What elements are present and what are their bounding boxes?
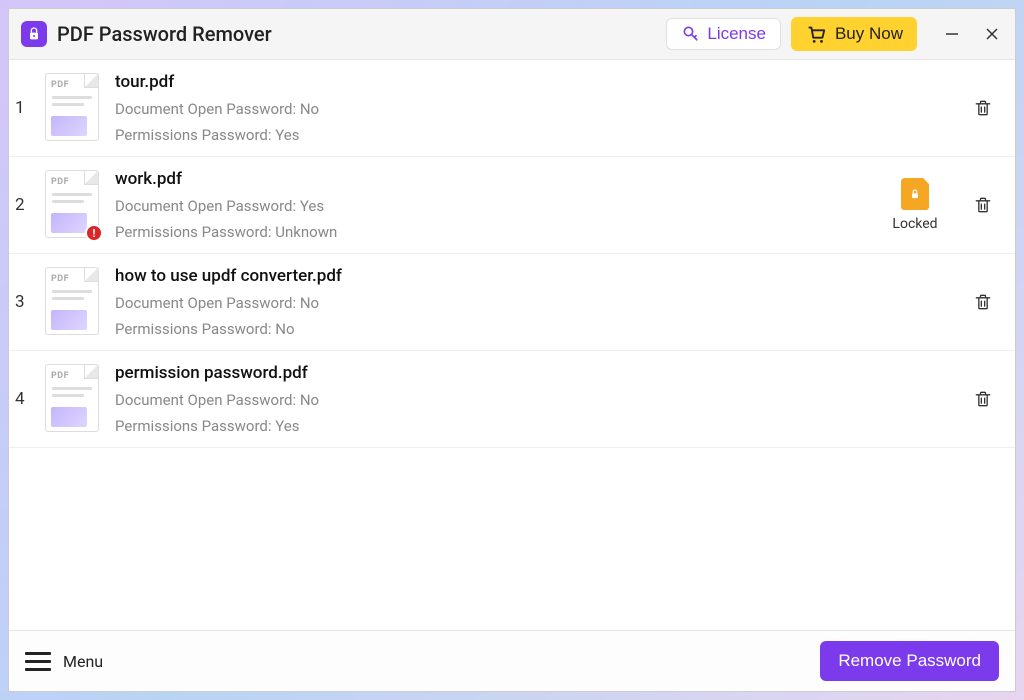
- buy-now-button[interactable]: Buy Now: [791, 17, 917, 51]
- menu-button[interactable]: Menu: [25, 652, 103, 671]
- file-name: permission password.pdf: [115, 363, 871, 383]
- row-index: 2: [15, 195, 31, 215]
- doc-password-status: Document Open Password: No: [115, 391, 871, 409]
- pdf-badge-icon: PDF: [51, 274, 69, 284]
- doc-password-status: Document Open Password: No: [115, 294, 871, 312]
- locked-label: Locked: [892, 216, 937, 232]
- doc-password-status: Document Open Password: No: [115, 100, 871, 118]
- hamburger-icon: [25, 652, 51, 671]
- close-icon: [985, 27, 999, 41]
- file-row[interactable]: 3 PDF how to use updf converter.pdf Documen…: [9, 254, 1015, 351]
- lock-icon: [901, 178, 929, 210]
- app-title: PDF Password Remover: [57, 22, 272, 46]
- titlebar: PDF Password Remover License Buy Now: [9, 9, 1015, 60]
- perm-password-status: Permissions Password: No: [115, 320, 871, 338]
- license-label: License: [707, 24, 766, 44]
- doc-password-status: Document Open Password: Yes: [115, 197, 871, 215]
- footer-bar: Menu Remove Password: [9, 630, 1015, 691]
- delete-button[interactable]: [969, 385, 997, 413]
- file-list: 1 PDF tour.pdf Document Open Password: No Pe…: [9, 60, 1015, 630]
- license-button[interactable]: License: [666, 18, 781, 50]
- pdf-thumbnail: PDF: [45, 364, 101, 434]
- close-button[interactable]: [981, 23, 1003, 45]
- minimize-icon: [945, 27, 959, 41]
- row-index: 3: [15, 292, 31, 312]
- file-name: how to use updf converter.pdf: [115, 266, 871, 286]
- file-info: how to use updf converter.pdf Document Op…: [115, 266, 871, 338]
- file-info: tour.pdf Document Open Password: No Permis…: [115, 72, 871, 144]
- alert-icon: !: [85, 224, 103, 242]
- pdf-badge-icon: PDF: [51, 177, 69, 187]
- pdf-thumbnail: PDF!: [45, 170, 101, 240]
- pdf-thumbnail: PDF: [45, 267, 101, 337]
- key-icon: [681, 24, 701, 44]
- delete-button[interactable]: [969, 191, 997, 219]
- pdf-badge-icon: PDF: [51, 371, 69, 381]
- file-name: tour.pdf: [115, 72, 871, 92]
- app-window: PDF Password Remover License Buy Now 1 PD…: [8, 8, 1016, 692]
- perm-password-status: Permissions Password: Yes: [115, 126, 871, 144]
- pdf-badge-icon: PDF: [51, 80, 69, 90]
- file-row[interactable]: 1 PDF tour.pdf Document Open Password: No Pe…: [9, 60, 1015, 157]
- perm-password-status: Permissions Password: Yes: [115, 417, 871, 435]
- buy-label: Buy Now: [835, 24, 903, 44]
- file-name: work.pdf: [115, 169, 871, 189]
- remove-password-button[interactable]: Remove Password: [820, 641, 999, 681]
- file-info: work.pdf Document Open Password: Yes Permi…: [115, 169, 871, 241]
- delete-button[interactable]: [969, 288, 997, 316]
- minimize-button[interactable]: [941, 23, 963, 45]
- locked-status: Locked: [885, 178, 945, 232]
- file-row[interactable]: 4 PDF permission password.pdf Document Open…: [9, 351, 1015, 448]
- delete-button[interactable]: [969, 94, 997, 122]
- menu-label: Menu: [63, 652, 103, 671]
- row-index: 4: [15, 389, 31, 409]
- file-info: permission password.pdf Document Open Pas…: [115, 363, 871, 435]
- file-row[interactable]: 2 PDF! work.pdf Document Open Password: Yes…: [9, 157, 1015, 254]
- pdf-thumbnail: PDF: [45, 73, 101, 143]
- row-index: 1: [15, 98, 31, 118]
- app-logo-icon: [21, 21, 47, 47]
- perm-password-status: Permissions Password: Unknown: [115, 223, 871, 241]
- window-controls: [941, 23, 1003, 45]
- cart-icon: [805, 23, 827, 45]
